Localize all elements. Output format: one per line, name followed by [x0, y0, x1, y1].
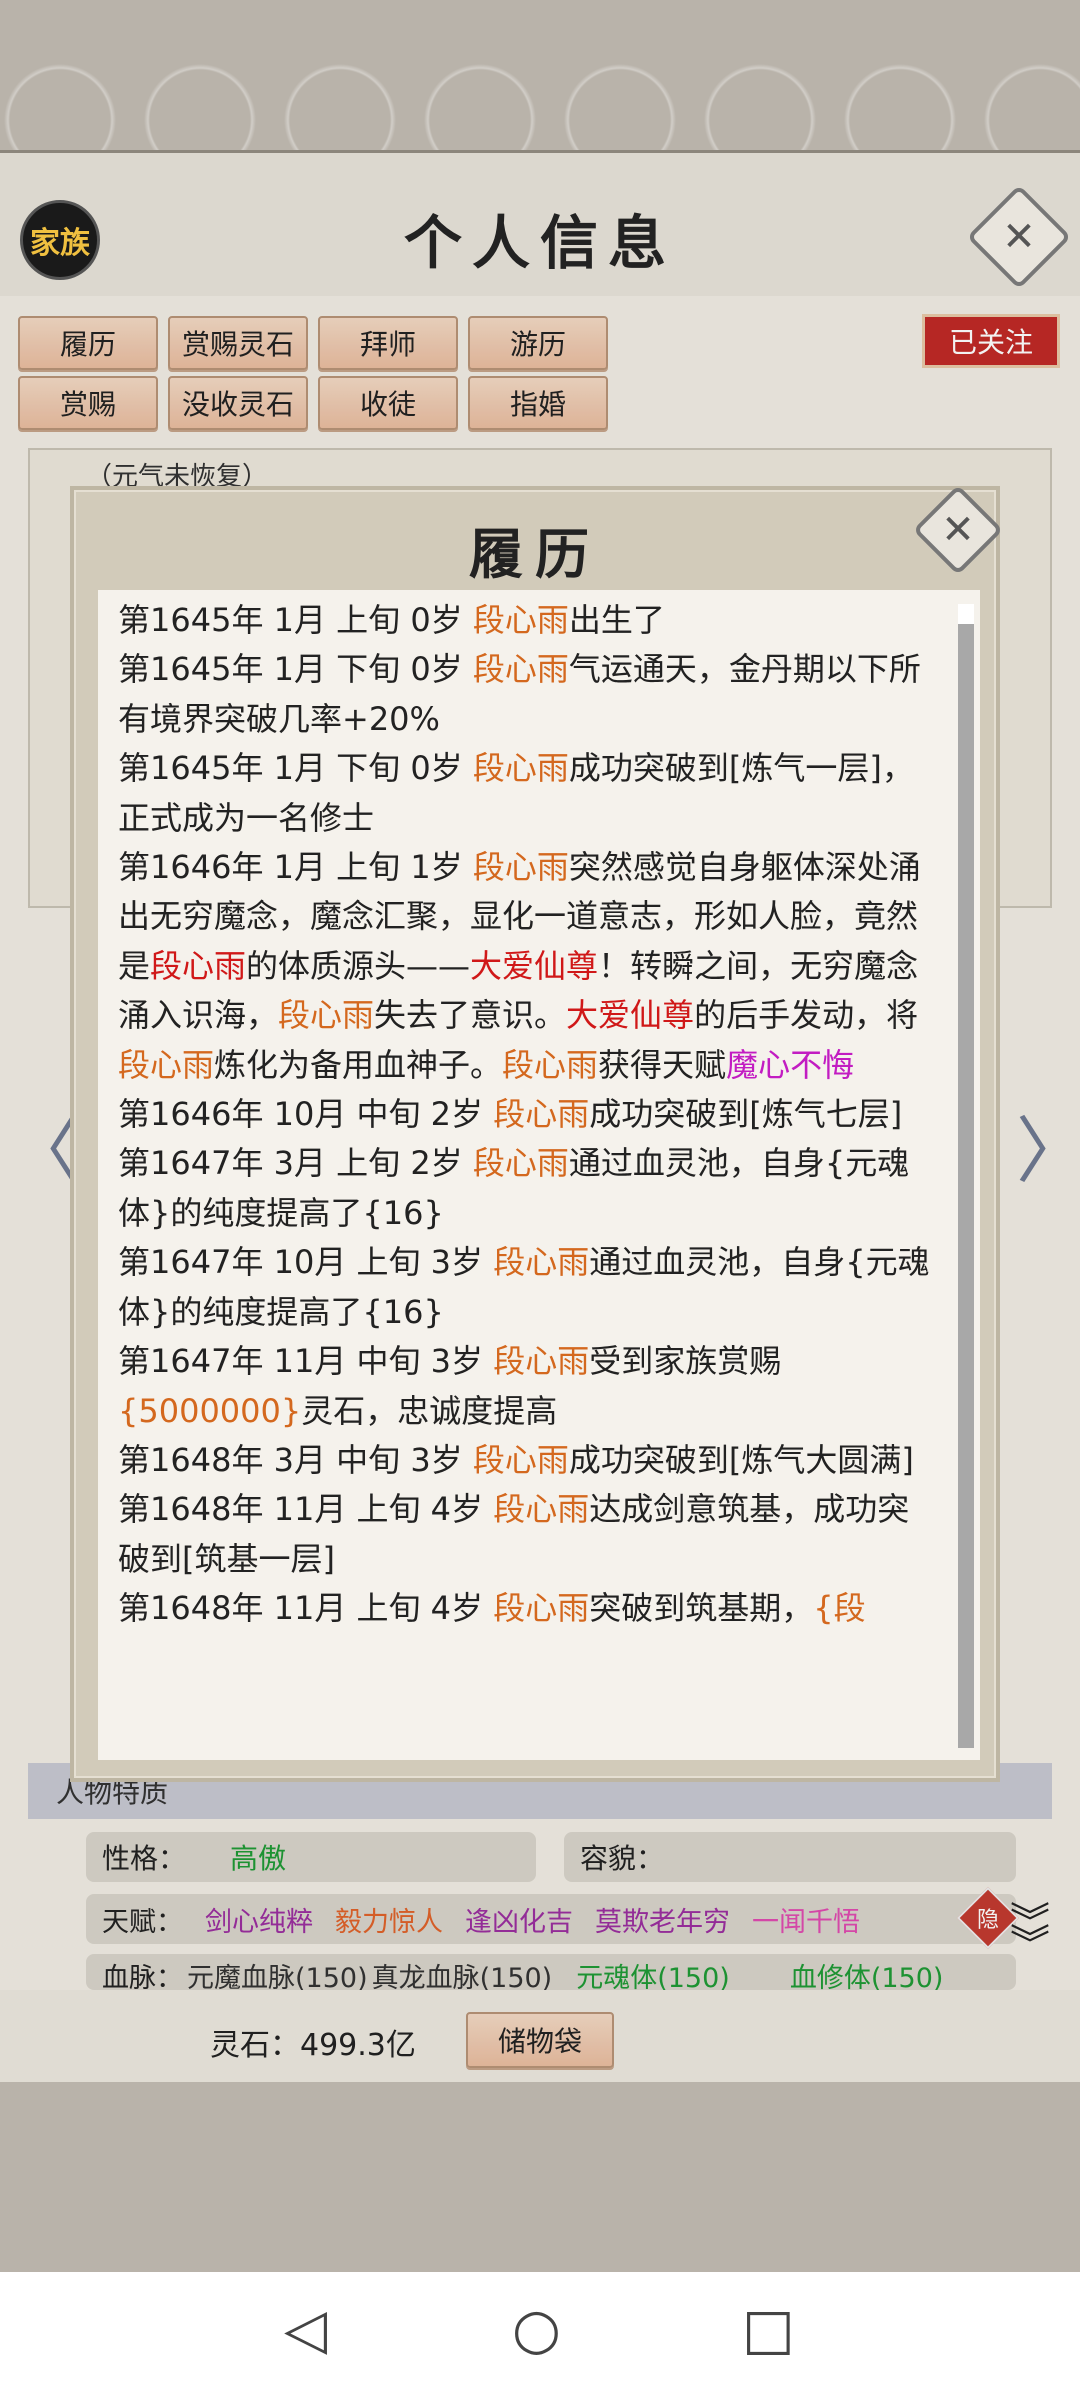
- highlighted-text: 段心雨: [118, 1045, 215, 1084]
- resume-log-entry: 第1647年 3月 上旬 2岁 段心雨通过血灵池，自身{元魂体}的纯度提高了{1…: [118, 1139, 938, 1238]
- highlighted-text: 段心雨: [278, 996, 375, 1035]
- home-nav-icon[interactable]: ○: [512, 2302, 561, 2358]
- resume-log-content: 第1645年 1月 上旬 0岁 段心雨出生了 第1645年 1月 下旬 0岁 段心…: [118, 596, 938, 1634]
- log-text: 第1647年 11月 中旬 3岁: [118, 1342, 494, 1381]
- page-title: 个人信息: [403, 209, 676, 277]
- highlighted-text: 段心雨: [472, 1440, 569, 1479]
- resume-log-entry: 第1646年 10月 中旬 2岁 段心雨成功突破到[炼气七层]: [118, 1090, 938, 1139]
- log-text: 第1647年 10月 上旬 3岁: [118, 1243, 494, 1282]
- highlighted-text: 段心雨: [493, 1243, 590, 1282]
- log-text: 第1648年 11月 上旬 4岁: [118, 1589, 494, 1628]
- highlighted-text: 段心雨: [502, 1045, 599, 1084]
- log-scrollbar-thumb[interactable]: [958, 604, 974, 624]
- highlighted-text: 段心雨: [472, 650, 569, 689]
- resume-log-entry: 第1647年 10月 上旬 3岁 段心雨通过血灵池，自身{元魂体}的纯度提高了{…: [118, 1238, 938, 1337]
- top-scenery: [0, 0, 1080, 150]
- log-text: 的后手发动，将: [694, 996, 919, 1035]
- resume-log-entry: 第1645年 1月 下旬 0岁 段心雨气运通天，金丹期以下所有境界突破几率+20…: [118, 645, 938, 744]
- log-text: 失去了意识。: [374, 996, 567, 1035]
- close-icon: ✕: [1002, 214, 1036, 260]
- highlighted-text: 大爱仙尊: [566, 996, 695, 1035]
- log-text: 出生了: [568, 601, 665, 639]
- log-text: 成功突破到[炼气大圆满]: [568, 1440, 914, 1479]
- resume-log-entry: 第1648年 3月 中旬 3岁 段心雨成功突破到[炼气大圆满]: [118, 1436, 938, 1485]
- highlighted-text: 段心雨: [493, 1490, 590, 1529]
- log-text: 第1645年 1月 上旬 0岁: [118, 601, 473, 639]
- resume-log-entry: 第1648年 11月 上旬 4岁 段心雨突破到筑基期，{段: [118, 1584, 938, 1633]
- log-text: 第1645年 1月 下旬 0岁: [118, 650, 473, 689]
- resume-log-entry: 第1645年 1月 上旬 0岁 段心雨出生了: [118, 596, 938, 645]
- log-text: 突破到筑基期，: [589, 1589, 814, 1628]
- log-text: 灵石，忠诚度提高: [301, 1391, 558, 1430]
- log-scrollbar-track[interactable]: [958, 604, 974, 1748]
- log-text: 第1647年 3月 上旬 2岁: [118, 1144, 473, 1183]
- modal-title: 履历: [469, 522, 601, 586]
- highlighted-text: 大爱仙尊: [470, 946, 599, 985]
- highlighted-text: {段: [813, 1589, 866, 1628]
- resume-log-entry: 第1645年 1月 下旬 0岁 段心雨成功突破到[炼气一层]，正式成为一名修士: [118, 744, 938, 843]
- highlighted-text: 段心雨: [472, 1144, 569, 1183]
- highlighted-text: 段心雨: [493, 1342, 590, 1381]
- log-text: 受到家族赏赐: [589, 1342, 782, 1381]
- log-text: 第1648年 11月 上旬 4岁: [118, 1490, 494, 1529]
- resume-log-entry: 第1648年 11月 上旬 4岁 段心雨达成剑意筑基，成功突破到[筑基一层]: [118, 1485, 938, 1584]
- highlighted-text: 段心雨: [150, 946, 247, 985]
- log-text: 第1648年 3月 中旬 3岁: [118, 1440, 473, 1479]
- highlighted-text: {5000000}: [118, 1391, 302, 1430]
- highlighted-text: 魔心不悔: [726, 1045, 855, 1084]
- log-text: 成功突破到[炼气七层]: [589, 1095, 903, 1134]
- log-text: 的体质源头——: [246, 946, 471, 985]
- log-text: 第1646年 1月 上旬 1岁: [118, 848, 473, 887]
- close-icon: ✕: [941, 507, 975, 553]
- log-text: 第1646年 10月 中旬 2岁: [118, 1095, 494, 1134]
- log-text: 获得天赋: [598, 1045, 727, 1084]
- highlighted-text: 段心雨: [493, 1589, 590, 1628]
- log-text: 第1645年 1月 下旬 0岁: [118, 749, 473, 788]
- highlighted-text: 段心雨: [472, 601, 569, 639]
- highlighted-text: 段心雨: [472, 848, 569, 887]
- highlighted-text: 段心雨: [493, 1095, 590, 1134]
- resume-log-entry: 第1646年 1月 上旬 1岁 段心雨突然感觉自身躯体深处涌出无穷魔念，魔念汇聚…: [118, 843, 938, 1090]
- resume-modal: 履历 ✕ 第1645年 1月 上旬 0岁 段心雨出生了 第1645年 1月 下旬 …: [70, 484, 1004, 1782]
- highlighted-text: 段心雨: [472, 749, 569, 788]
- recents-nav-icon[interactable]: □: [742, 2302, 795, 2358]
- resume-log[interactable]: 第1645年 1月 上旬 0岁 段心雨出生了 第1645年 1月 下旬 0岁 段心…: [98, 590, 980, 1760]
- lower-background: [0, 2082, 1080, 2272]
- log-text: 炼化为备用血神子。: [214, 1045, 503, 1084]
- back-nav-icon[interactable]: ◁: [284, 2302, 327, 2358]
- resume-log-entry: 第1647年 11月 中旬 3岁 段心雨受到家族赏赐 {5000000}灵石，忠诚…: [118, 1337, 938, 1436]
